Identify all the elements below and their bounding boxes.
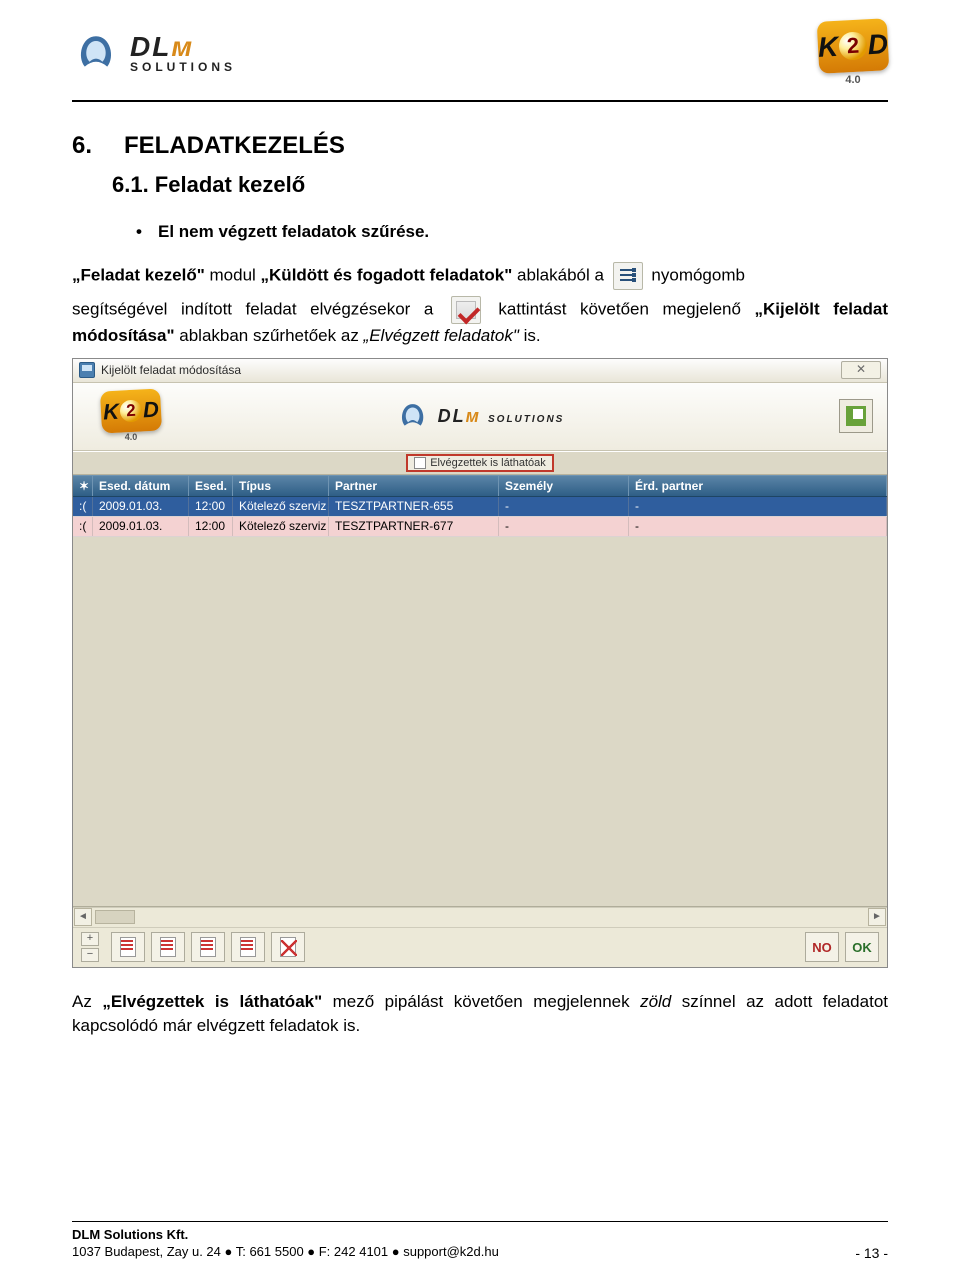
dlm-swirl: ᴍ <box>171 31 194 62</box>
toolbar-button-4[interactable] <box>231 932 265 962</box>
logo-dlm: DLᴍ SOLUTIONS <box>72 33 236 73</box>
app-titlebar: Kijelölt feladat módosítása ✕ <box>73 359 887 383</box>
scroll-thumb[interactable] <box>95 910 135 924</box>
no-button[interactable]: NO <box>805 932 839 962</box>
toolbar-button-3[interactable] <box>191 932 225 962</box>
section-heading: 6.FELADATKEZELÉS <box>72 132 888 160</box>
toolbar-button-2[interactable] <box>151 932 185 962</box>
k2d-mini-logo: K 2 D 4.0 <box>101 390 161 442</box>
bullet-item: El nem végzett feladatok szűrése. <box>158 222 888 242</box>
scroll-right-icon[interactable]: ► <box>868 908 886 926</box>
footer-contact: 1037 Budapest, Zay u. 24 ● T: 661 5500 ●… <box>72 1243 499 1261</box>
section-subheading: 6.1. Feladat kezelő <box>112 172 888 198</box>
grid-header: ✶ Esed. dátum Esed. Típus Partner Személ… <box>73 475 887 497</box>
page-footer: DLM Solutions Kft. 1037 Budapest, Zay u.… <box>72 1213 888 1261</box>
paragraph-2: segítségével indított feladat elvégzések… <box>72 296 888 348</box>
header-rule <box>72 100 888 102</box>
app-icon <box>79 362 95 378</box>
col-marker[interactable]: ✶ <box>73 476 93 496</box>
banner-dlm-logo: DLᴍ SOLUTIONS <box>396 401 565 431</box>
ok-button[interactable]: OK <box>845 932 879 962</box>
dlm-icon <box>72 33 120 73</box>
paragraph-3: Az „Elvégzettek is láthatóak" mező pipál… <box>72 990 888 1038</box>
k2d-badge: K 2 D <box>817 18 890 74</box>
list-icon <box>613 262 643 290</box>
toolbar-group <box>111 932 305 962</box>
filter-bar: Elvégzettek is láthatóak <box>73 451 887 475</box>
add-row-button[interactable]: + <box>81 932 99 946</box>
col-person[interactable]: Személy <box>499 476 629 496</box>
logo-k2d: K 2 D 4.0 <box>818 20 888 86</box>
dlm-sub: SOLUTIONS <box>130 61 236 73</box>
app-banner: K 2 D 4.0 DLᴍ SOLUTIONS <box>73 383 887 451</box>
check-icon <box>451 296 481 324</box>
col-time[interactable]: Esed. <box>189 476 233 496</box>
k2d-version: 4.0 <box>845 74 860 86</box>
remove-row-button[interactable]: − <box>81 948 99 962</box>
pencil-icon <box>846 406 866 426</box>
checkbox-icon <box>414 457 426 469</box>
col-type[interactable]: Típus <box>233 476 329 496</box>
col-partner[interactable]: Partner <box>329 476 499 496</box>
horizontal-scrollbar[interactable]: ◄ ► <box>73 907 887 927</box>
show-completed-filter[interactable]: Elvégzettek is láthatóak <box>406 454 554 472</box>
table-row[interactable]: :( 2009.01.03. 12:00 Kötelező szerviz TE… <box>73 497 887 517</box>
app-title: Kijelölt feladat módosítása <box>101 363 241 377</box>
grid-body: :( 2009.01.03. 12:00 Kötelező szerviz TE… <box>73 497 887 907</box>
dlm-wordmark: DLᴍ <box>130 33 236 61</box>
col-erd[interactable]: Érd. partner <box>629 476 887 496</box>
close-button[interactable]: ✕ <box>841 361 881 379</box>
footer-company: DLM Solutions Kft. <box>72 1226 499 1244</box>
app-window: Kijelölt feladat módosítása ✕ K 2 D 4.0 <box>72 358 888 968</box>
toolbar-button-1[interactable] <box>111 932 145 962</box>
scroll-left-icon[interactable]: ◄ <box>74 908 92 926</box>
page-header: DLᴍ SOLUTIONS K 2 D 4.0 <box>72 20 888 92</box>
banner-edit-button[interactable] <box>839 399 873 433</box>
paragraph-1: „Feladat kezelő" modul „Küldött és fogad… <box>72 262 888 290</box>
page-number: - 13 - <box>855 1245 888 1261</box>
app-footer: + − NO OK <box>73 927 887 967</box>
toolbar-delete-button[interactable] <box>271 932 305 962</box>
table-row[interactable]: :( 2009.01.03. 12:00 Kötelező szerviz TE… <box>73 517 887 537</box>
col-date[interactable]: Esed. dátum <box>93 476 189 496</box>
